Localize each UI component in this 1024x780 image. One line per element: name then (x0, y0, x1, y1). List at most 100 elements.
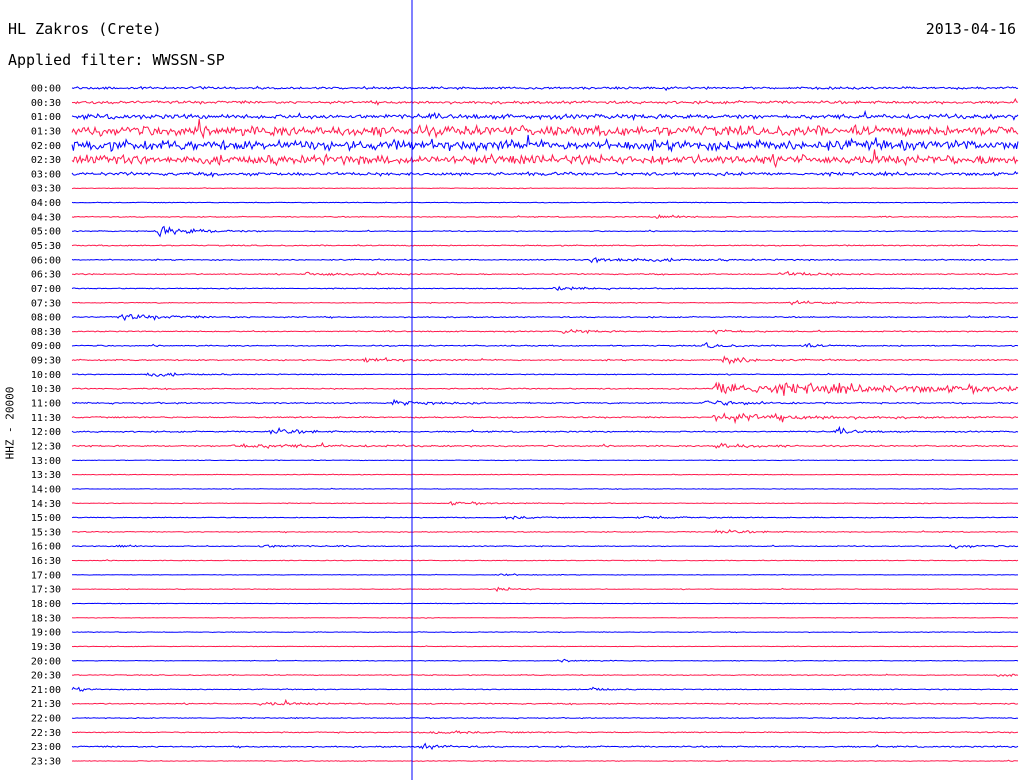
trace-0900 (71, 342, 1019, 349)
time-label: 12:30 (31, 442, 61, 453)
time-label: 14:30 (31, 499, 61, 510)
time-label: 11:00 (31, 399, 61, 410)
trace-0100 (71, 109, 1019, 122)
time-label: 22:00 (31, 714, 61, 725)
trace-0430 (71, 214, 1019, 219)
time-label: 16:00 (31, 542, 61, 553)
trace-0930 (71, 355, 1019, 365)
station-title: HL Zakros (Crete) (8, 20, 162, 38)
trace-0500 (71, 225, 1019, 238)
trace-2030 (71, 673, 1019, 677)
time-label: 01:30 (31, 127, 61, 138)
time-label: 13:00 (31, 456, 61, 467)
trace-2230 (71, 730, 1019, 735)
time-label: 15:30 (31, 527, 61, 538)
time-label: 20:00 (31, 656, 61, 667)
time-label: 03:00 (31, 169, 61, 180)
time-label: 09:30 (31, 356, 61, 367)
trace-1330 (72, 473, 1019, 476)
time-label: 21:30 (31, 699, 61, 710)
time-label: 05:00 (31, 227, 61, 238)
time-label: 10:00 (31, 370, 61, 381)
trace-1900 (71, 631, 1019, 634)
time-label: 14:00 (31, 484, 61, 495)
time-label: 07:30 (31, 298, 61, 309)
trace-0800 (71, 313, 1019, 322)
time-label: 03:30 (31, 184, 61, 195)
time-label: 11:30 (31, 413, 61, 424)
trace-2000 (71, 658, 1019, 663)
time-label: 09:00 (31, 341, 61, 352)
trace-1600 (71, 544, 1019, 550)
trace-0300 (71, 170, 1019, 178)
trace-1530 (71, 529, 1019, 534)
trace-0400 (71, 201, 1019, 204)
trace-0200 (71, 134, 1019, 153)
time-label: 13:30 (31, 470, 61, 481)
time-label: 15:00 (31, 513, 61, 524)
time-label: 19:30 (31, 642, 61, 653)
trace-0600 (71, 257, 1019, 264)
trace-1230 (71, 441, 1019, 450)
trace-1200 (71, 425, 1019, 435)
time-label: 05:30 (31, 241, 61, 252)
time-label: 10:30 (31, 384, 61, 395)
time-label: 12:00 (31, 427, 61, 438)
time-label: 02:00 (31, 141, 61, 152)
seismogram-plot: 00:00 00:30 01:00 01:30 02:00 02:30 03:00 03:30… (31, 0, 1019, 780)
trace-2300 (71, 742, 1019, 751)
time-label: 17:30 (31, 585, 61, 596)
date-label: 2013-04-16 (925, 20, 1016, 38)
trace-0230 (71, 149, 1019, 169)
time-label: 00:00 (31, 84, 61, 95)
time-label: 23:30 (31, 757, 61, 768)
channel-axis-label: HHZ - 20000 (3, 386, 17, 460)
trace-1030 (71, 381, 1019, 396)
time-label: 19:00 (31, 628, 61, 639)
trace-1500 (71, 515, 1018, 520)
time-label: 20:30 (31, 671, 61, 682)
trace-0700 (71, 285, 1019, 291)
time-label: 06:30 (31, 270, 61, 281)
time-label: 21:00 (31, 685, 61, 696)
trace-0830 (71, 328, 1019, 335)
trace-1630 (72, 559, 1019, 562)
trace-1800 (71, 602, 1018, 605)
time-label: 06:00 (31, 255, 61, 266)
time-label: 08:30 (31, 327, 61, 338)
trace-0630 (72, 270, 1019, 277)
trace-1930 (71, 645, 1019, 648)
trace-0030 (71, 97, 1019, 106)
trace-1000 (72, 372, 1019, 377)
trace-2200 (71, 716, 1019, 720)
trace-0730 (72, 299, 1019, 306)
trace-2130 (71, 698, 1019, 706)
trace-0330 (71, 187, 1019, 190)
time-label: 22:30 (31, 728, 61, 739)
trace-1730 (71, 586, 1019, 593)
trace-1700 (71, 573, 1018, 577)
time-label: 18:30 (31, 613, 61, 624)
time-label-layer: 00:00 00:30 01:00 01:30 02:00 02:30 03:00 03:30… (31, 84, 61, 768)
time-label: 08:00 (31, 313, 61, 324)
trace-1430 (71, 501, 1019, 506)
trace-0130 (71, 118, 1019, 140)
time-label: 02:30 (31, 155, 61, 166)
trace-1300 (71, 459, 1018, 462)
time-label: 04:00 (31, 198, 61, 209)
time-label: 01:00 (31, 112, 61, 123)
trace-1400 (72, 487, 1018, 490)
trace-layer (71, 85, 1019, 762)
trace-0000 (71, 85, 1019, 92)
time-label: 16:30 (31, 556, 61, 567)
time-label: 23:00 (31, 742, 61, 753)
trace-0530 (71, 243, 1019, 247)
time-label: 04:30 (31, 212, 61, 223)
time-label: 07:00 (31, 284, 61, 295)
trace-1130 (71, 412, 1019, 425)
trace-2330 (71, 759, 1018, 762)
trace-1830 (71, 616, 1019, 619)
trace-1100 (71, 398, 1019, 407)
filter-label: Applied filter: WWSSN-SP (8, 51, 225, 69)
time-label: 17:00 (31, 570, 61, 581)
